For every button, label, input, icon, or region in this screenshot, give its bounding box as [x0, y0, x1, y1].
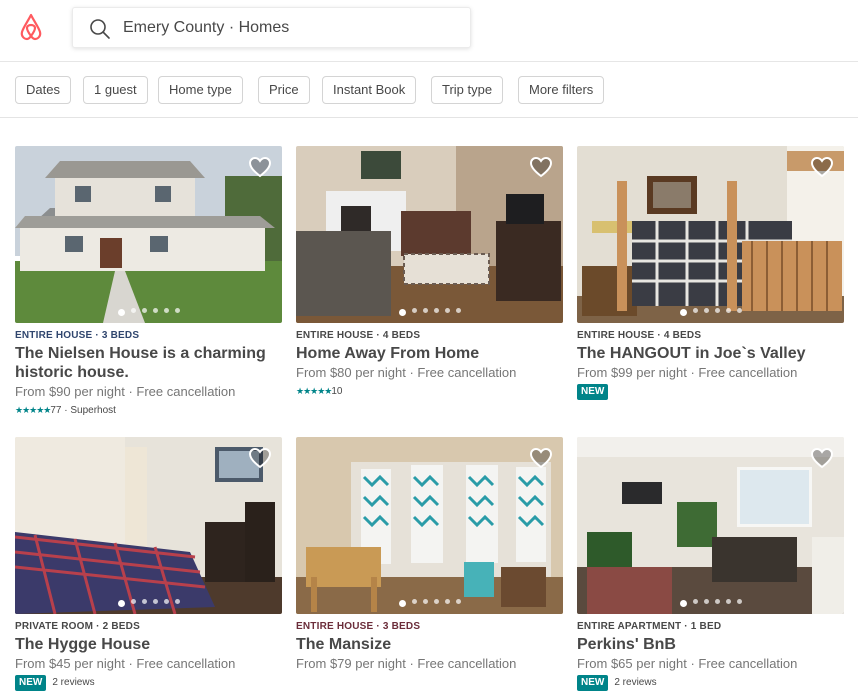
listing-rating: NEW [577, 384, 844, 400]
listing-photo[interactable] [577, 146, 844, 323]
favorite-heart-icon[interactable] [810, 156, 834, 178]
log-bedroom-photo [577, 146, 844, 323]
listing-rating: NEW 2 reviews [15, 675, 282, 691]
quilt-bedroom-photo [15, 437, 282, 614]
listing-title[interactable]: The HANGOUT in Joe`s Valley [577, 344, 844, 363]
apartment-living-room-photo [577, 437, 844, 614]
listing-card[interactable]: ENTIRE HOUSE · 3 BEDS The Mansize From $… [296, 437, 563, 672]
listing-photo[interactable] [15, 146, 282, 323]
photo-carousel-dots[interactable] [296, 307, 563, 316]
favorite-heart-icon[interactable] [810, 447, 834, 469]
listing-price: From $79 per night · Free cancellation [296, 656, 517, 671]
more-filters-button[interactable]: More filters [518, 76, 605, 104]
listing-photo[interactable] [15, 437, 282, 614]
search-query: Emery County · Homes [123, 19, 290, 36]
listing-card[interactable]: PRIVATE ROOM · 2 BEDS The Hygge House Fr… [15, 437, 282, 691]
listing-title[interactable]: Perkins' BnB [577, 635, 844, 654]
listing-type: ENTIRE HOUSE · 3 BEDS [296, 621, 421, 632]
listing-price: From $45 per night · Free cancellation [15, 656, 236, 671]
listing-price: From $90 per night · Free cancellation [15, 384, 236, 399]
new-badge: NEW [577, 675, 609, 691]
listing-title[interactable]: The Nielsen House is a charming historic… [15, 344, 282, 382]
listing-rating: ★★★★★10 [296, 384, 563, 399]
photo-carousel-dots[interactable] [577, 598, 844, 607]
listing-photo[interactable] [296, 437, 563, 614]
listing-card[interactable]: ENTIRE APARTMENT · 1 BED Perkins' BnB Fr… [577, 437, 844, 691]
favorite-heart-icon[interactable] [248, 447, 272, 469]
listing-rating: ★★★★★77 · Superhost [15, 403, 282, 418]
listing-type: ENTIRE HOUSE · 4 BEDS [577, 330, 702, 341]
home-type-filter-button[interactable]: Home type [158, 76, 243, 104]
farmhouse-photo [15, 146, 282, 323]
photo-carousel-dots[interactable] [15, 598, 282, 607]
listing-card[interactable]: ENTIRE HOUSE · 3 BEDS The Nielsen House … [15, 146, 282, 418]
favorite-heart-icon[interactable] [529, 447, 553, 469]
listing-title[interactable]: The Hygge House [15, 635, 282, 654]
filter-bar: Dates 1 guest Home type Price Instant Bo… [0, 62, 858, 118]
search-icon [90, 19, 110, 39]
living-room-photo [296, 146, 563, 323]
review-count: 2 reviews [614, 677, 657, 688]
review-count: 10 [331, 386, 343, 397]
guests-filter-button[interactable]: 1 guest [83, 76, 148, 104]
listing-card[interactable]: ENTIRE HOUSE · 4 BEDS Home Away From Hom… [296, 146, 563, 399]
listing-title[interactable]: The Mansize [296, 635, 563, 654]
listing-title[interactable]: Home Away From Home [296, 344, 563, 363]
listing-type: PRIVATE ROOM · 2 BEDS [15, 621, 140, 632]
listing-photo[interactable] [296, 146, 563, 323]
dining-room-photo [296, 437, 563, 614]
photo-carousel-dots[interactable] [296, 598, 563, 607]
listing-type: ENTIRE HOUSE · 3 BEDS [15, 330, 140, 341]
price-filter-button[interactable]: Price [258, 76, 310, 104]
photo-carousel-dots[interactable] [577, 307, 844, 316]
review-count: 77 · Superhost [50, 405, 116, 416]
search-input[interactable]: Emery County · Homes [72, 7, 471, 48]
dates-filter-button[interactable]: Dates [15, 76, 71, 104]
listing-photo[interactable] [577, 437, 844, 614]
new-badge: NEW [577, 384, 609, 400]
listing-card[interactable]: ENTIRE HOUSE · 4 BEDS The HANGOUT in Joe… [577, 146, 844, 400]
top-header: Emery County · Homes [0, 0, 858, 62]
airbnb-logo-icon[interactable] [14, 10, 48, 44]
listing-rating: NEW 2 reviews [577, 675, 844, 691]
listing-type: ENTIRE APARTMENT · 1 BED [577, 621, 722, 632]
favorite-heart-icon[interactable] [248, 156, 272, 178]
rating-stars-icon: ★★★★★ [296, 386, 332, 396]
listing-price: From $65 per night · Free cancellation [577, 656, 798, 671]
trip-type-filter-button[interactable]: Trip type [431, 76, 504, 104]
review-count: 2 reviews [52, 677, 95, 688]
new-badge: NEW [15, 675, 47, 691]
listing-price: From $80 per night · Free cancellation [296, 365, 517, 380]
instant-book-filter-button[interactable]: Instant Book [322, 76, 417, 104]
rating-stars-icon: ★★★★★ [15, 405, 51, 415]
photo-carousel-dots[interactable] [15, 307, 282, 316]
favorite-heart-icon[interactable] [529, 156, 553, 178]
listing-price: From $99 per night · Free cancellation [577, 365, 798, 380]
listing-type: ENTIRE HOUSE · 4 BEDS [296, 330, 421, 341]
